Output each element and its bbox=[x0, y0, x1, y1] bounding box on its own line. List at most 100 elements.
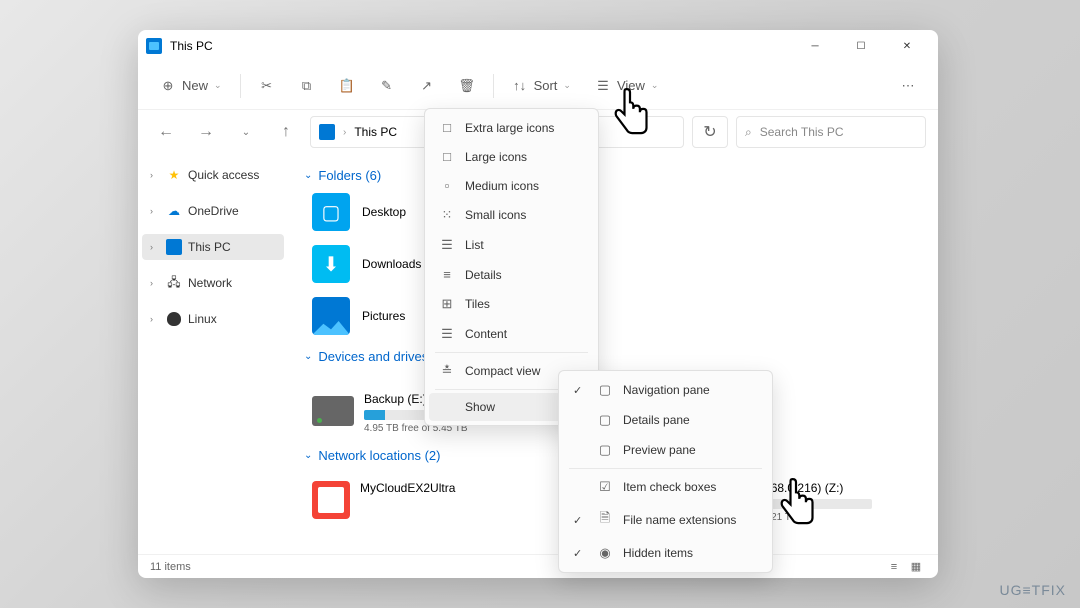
content-icon: ☰ bbox=[439, 326, 455, 342]
details-view-toggle[interactable]: ≡ bbox=[884, 559, 904, 575]
chevron-right-icon: › bbox=[343, 127, 346, 138]
watermark: UG≡TFIX bbox=[1000, 582, 1067, 598]
trash-icon: 🗑 bbox=[459, 78, 475, 94]
pane-icon: ▢ bbox=[597, 382, 613, 398]
window-title: This PC bbox=[170, 39, 784, 53]
view-button[interactable]: ☰View⌄ bbox=[585, 72, 669, 100]
tiles-view-toggle[interactable]: ▦ bbox=[906, 559, 926, 575]
thispc-icon bbox=[166, 239, 182, 255]
network-item-mycloud[interactable]: MyCloudEX2Ultra bbox=[312, 481, 542, 523]
xlarge-icon: □ bbox=[439, 120, 455, 135]
tiles-icon: ⊞ bbox=[439, 296, 455, 312]
menu-item-large-icons[interactable]: □Large icons bbox=[429, 142, 594, 171]
new-button[interactable]: ⊕New⌄ bbox=[150, 72, 232, 100]
menu-item-small-icons[interactable]: ⁙Small icons bbox=[429, 200, 594, 230]
check-icon: ✓ bbox=[573, 384, 587, 397]
chevron-right-icon: › bbox=[150, 278, 160, 288]
status-bar: 11 items ≡ ▦ bbox=[138, 554, 938, 578]
show-submenu: ✓▢Navigation pane ▢Details pane ▢Preview… bbox=[558, 370, 773, 573]
copy-button[interactable]: ⧉ bbox=[289, 72, 325, 100]
forward-button[interactable]: → bbox=[190, 116, 222, 148]
menu-item-details[interactable]: ≡Details bbox=[429, 260, 594, 289]
navigation-sidebar: ›★Quick access ›☁OneDrive ›This PC ›🖧Net… bbox=[138, 154, 288, 554]
sidebar-item-quickaccess[interactable]: ›★Quick access bbox=[142, 162, 284, 188]
menu-item-extensions[interactable]: ✓🗎File name extensions bbox=[563, 502, 768, 538]
chevron-right-icon: › bbox=[150, 314, 160, 324]
chevron-down-icon: ⌄ bbox=[304, 450, 312, 461]
folders-section-header[interactable]: ⌄Folders (6) bbox=[304, 168, 922, 183]
toolbar: ⊕New⌄ ✂ ⧉ 📋 ✎ ↗ 🗑 ↑↓Sort⌄ ☰View⌄ ⋯ bbox=[138, 62, 938, 110]
delete-button[interactable]: 🗑 bbox=[449, 72, 485, 100]
search-input[interactable]: ⌕ Search This PC bbox=[736, 116, 926, 148]
maximize-button[interactable]: ☐ bbox=[838, 30, 884, 62]
menu-item-medium-icons[interactable]: ▫Medium icons bbox=[429, 171, 594, 200]
chevron-right-icon: › bbox=[150, 206, 160, 216]
folder-item-desktop[interactable]: ▢Desktop bbox=[312, 193, 922, 231]
menu-item-content[interactable]: ☰Content bbox=[429, 319, 594, 349]
close-button[interactable]: ✕ bbox=[884, 30, 930, 62]
folder-item-downloads[interactable]: ⬇Downloads bbox=[312, 245, 922, 283]
menu-item-xlarge-icons[interactable]: □Extra large icons bbox=[429, 113, 594, 142]
breadcrumb-thispc[interactable]: This PC bbox=[354, 125, 397, 139]
downloads-icon: ⬇ bbox=[312, 245, 350, 283]
titlebar: This PC ─ ☐ ✕ bbox=[138, 30, 938, 62]
paste-button[interactable]: 📋 bbox=[329, 72, 365, 100]
eye-icon: ◉ bbox=[597, 545, 613, 561]
menu-item-checkboxes[interactable]: ☑Item check boxes bbox=[563, 472, 768, 502]
view-icon: ☰ bbox=[595, 78, 611, 94]
sidebar-item-onedrive[interactable]: ›☁OneDrive bbox=[142, 198, 284, 224]
chevron-down-icon: ⌄ bbox=[304, 351, 312, 362]
large-icon: □ bbox=[439, 149, 455, 164]
share-icon: ↗ bbox=[419, 78, 435, 94]
rename-icon: ✎ bbox=[379, 78, 395, 94]
cut-button[interactable]: ✂ bbox=[249, 72, 285, 100]
minimize-button[interactable]: ─ bbox=[792, 30, 838, 62]
sidebar-item-network[interactable]: ›🖧Network bbox=[142, 270, 284, 296]
small-icon: ⁙ bbox=[439, 207, 455, 223]
back-button[interactable]: ← bbox=[150, 116, 182, 148]
plus-icon: ⊕ bbox=[160, 78, 176, 94]
menu-item-nav-pane[interactable]: ✓▢Navigation pane bbox=[563, 375, 768, 405]
more-button[interactable]: ⋯ bbox=[890, 72, 926, 100]
pane-icon: ▢ bbox=[597, 442, 613, 458]
drive-icon bbox=[312, 396, 354, 426]
recent-button[interactable]: ⌄ bbox=[230, 116, 262, 148]
rename-button[interactable]: ✎ bbox=[369, 72, 405, 100]
chevron-right-icon: › bbox=[150, 170, 160, 180]
medium-icon: ▫ bbox=[439, 178, 455, 193]
menu-item-tiles[interactable]: ⊞Tiles bbox=[429, 289, 594, 319]
up-button[interactable]: ↑ bbox=[270, 116, 302, 148]
menu-item-details-pane[interactable]: ▢Details pane bbox=[563, 405, 768, 435]
item-count: 11 items bbox=[150, 561, 191, 573]
menu-item-preview-pane[interactable]: ▢Preview pane bbox=[563, 435, 768, 465]
list-icon: ☰ bbox=[439, 237, 455, 253]
details-icon: ≡ bbox=[439, 267, 455, 282]
network-icon: 🖧 bbox=[166, 275, 182, 291]
sort-icon: ↑↓ bbox=[512, 78, 528, 94]
folder-item-pictures[interactable]: Pictures bbox=[312, 297, 922, 335]
paste-icon: 📋 bbox=[339, 78, 355, 94]
drives-section-header[interactable]: ⌄Devices and drives (3) bbox=[304, 349, 922, 364]
file-icon: 🗎 bbox=[597, 509, 613, 531]
menu-item-list[interactable]: ☰List bbox=[429, 230, 594, 260]
refresh-button[interactable]: ↻ bbox=[692, 116, 728, 148]
nas-icon bbox=[312, 481, 350, 519]
linux-icon bbox=[166, 311, 182, 327]
thispc-icon bbox=[146, 38, 162, 54]
cloud-icon: ☁ bbox=[166, 203, 182, 219]
share-button[interactable]: ↗ bbox=[409, 72, 445, 100]
sidebar-item-thispc[interactable]: ›This PC bbox=[142, 234, 284, 260]
pictures-icon bbox=[312, 297, 350, 335]
star-icon: ★ bbox=[166, 167, 182, 183]
checkbox-icon: ☑ bbox=[597, 479, 613, 495]
chevron-down-icon: ⌄ bbox=[304, 170, 312, 181]
chevron-right-icon: › bbox=[150, 242, 160, 252]
desktop-icon: ▢ bbox=[312, 193, 350, 231]
ellipsis-icon: ⋯ bbox=[900, 78, 916, 94]
compact-icon: ≛ bbox=[439, 363, 455, 379]
scissors-icon: ✂ bbox=[259, 78, 275, 94]
sort-button[interactable]: ↑↓Sort⌄ bbox=[502, 72, 581, 100]
sidebar-item-linux[interactable]: ›Linux bbox=[142, 306, 284, 332]
menu-item-hidden[interactable]: ✓◉Hidden items bbox=[563, 538, 768, 568]
pane-icon: ▢ bbox=[597, 412, 613, 428]
